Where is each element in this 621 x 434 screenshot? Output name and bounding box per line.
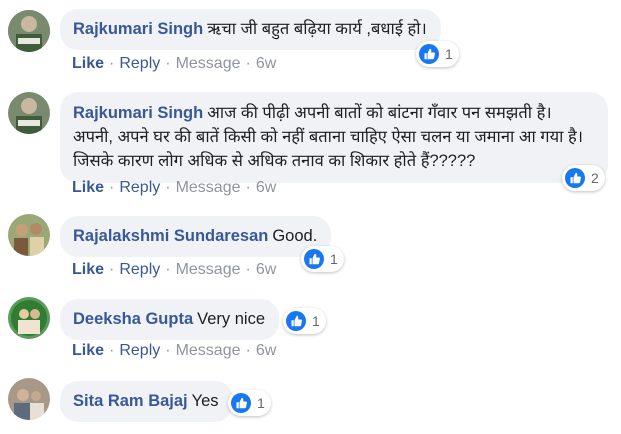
- comment-text: Very nice: [197, 310, 265, 328]
- reaction-count[interactable]: 1: [228, 390, 271, 416]
- reaction-count[interactable]: 1: [416, 41, 459, 67]
- timestamp[interactable]: 6w: [256, 261, 276, 278]
- separator: ·: [109, 261, 115, 278]
- comment-bubble: Rajkumari Singh आज की पीढ़ी अपनी बातों को…: [60, 92, 608, 183]
- thumbs-up-icon: [231, 393, 251, 413]
- reaction-number: 1: [312, 313, 320, 329]
- avatar[interactable]: [8, 378, 50, 420]
- thumbs-up-icon: [304, 249, 324, 269]
- reply-link[interactable]: Reply: [119, 261, 160, 278]
- comment-author[interactable]: Rajkumari Singh: [73, 20, 203, 38]
- reaction-number: 1: [330, 251, 338, 267]
- thumbs-up-icon: [419, 44, 439, 64]
- separator: ·: [245, 342, 251, 359]
- message-link[interactable]: Message: [176, 179, 241, 196]
- separator: ·: [165, 55, 171, 72]
- timestamp[interactable]: 6w: [256, 55, 276, 72]
- separator: ·: [165, 342, 171, 359]
- timestamp[interactable]: 6w: [256, 179, 276, 196]
- message-link[interactable]: Message: [176, 261, 241, 278]
- comment-bubble: Rajkumari Singh ऋचा जी बहुत बढ़िया कार्य …: [60, 9, 441, 50]
- separator: ·: [109, 55, 115, 72]
- comment-text: ऋचा जी बहुत बढ़िया कार्य ,बधाई हो।: [207, 20, 427, 38]
- message-link[interactable]: Message: [176, 55, 241, 72]
- reply-link[interactable]: Reply: [119, 55, 160, 72]
- comment-bubble: Rajalakshmi Sundaresan Good.: [60, 216, 332, 257]
- comment-text: Yes: [191, 392, 219, 410]
- timestamp[interactable]: 6w: [256, 342, 276, 359]
- comment-bubble: Sita Ram Bajaj Yes: [60, 381, 233, 422]
- comment-text: Good.: [272, 227, 318, 245]
- reaction-number: 2: [591, 170, 599, 186]
- like-link[interactable]: Like: [72, 55, 104, 72]
- reaction-number: 1: [257, 395, 265, 411]
- comment-author[interactable]: Rajkumari Singh: [73, 104, 203, 122]
- reaction-count[interactable]: 2: [562, 165, 605, 191]
- reaction-count[interactable]: 1: [283, 308, 326, 334]
- reaction-count[interactable]: 1: [301, 246, 344, 272]
- separator: ·: [109, 179, 115, 196]
- separator: ·: [245, 261, 251, 278]
- separator: ·: [109, 342, 115, 359]
- comment-bubble: Deeksha Gupta Very nice: [60, 299, 279, 340]
- comment-actions: Like · Reply · Message · 6w: [72, 55, 276, 73]
- comment-actions: Like · Reply · Message · 6w: [72, 179, 276, 197]
- like-link[interactable]: Like: [72, 261, 104, 278]
- avatar[interactable]: [8, 92, 50, 134]
- separator: ·: [245, 179, 251, 196]
- thumbs-up-icon: [565, 168, 585, 188]
- avatar[interactable]: [8, 10, 50, 52]
- reply-link[interactable]: Reply: [119, 342, 160, 359]
- avatar[interactable]: [8, 214, 50, 256]
- avatar[interactable]: [8, 297, 50, 339]
- separator: ·: [165, 261, 171, 278]
- comment-author[interactable]: Deeksha Gupta: [73, 310, 193, 328]
- like-link[interactable]: Like: [72, 179, 104, 196]
- message-link[interactable]: Message: [176, 342, 241, 359]
- like-link[interactable]: Like: [72, 342, 104, 359]
- separator: ·: [165, 179, 171, 196]
- reaction-number: 1: [445, 46, 453, 62]
- comment-actions: Like · Reply · Message · 6w: [72, 261, 276, 279]
- comment-author[interactable]: Sita Ram Bajaj: [73, 392, 188, 410]
- separator: ·: [245, 55, 251, 72]
- comment-actions: Like · Reply · Message · 6w: [72, 342, 276, 360]
- comment-author[interactable]: Rajalakshmi Sundaresan: [73, 227, 268, 245]
- thumbs-up-icon: [286, 311, 306, 331]
- reply-link[interactable]: Reply: [119, 179, 160, 196]
